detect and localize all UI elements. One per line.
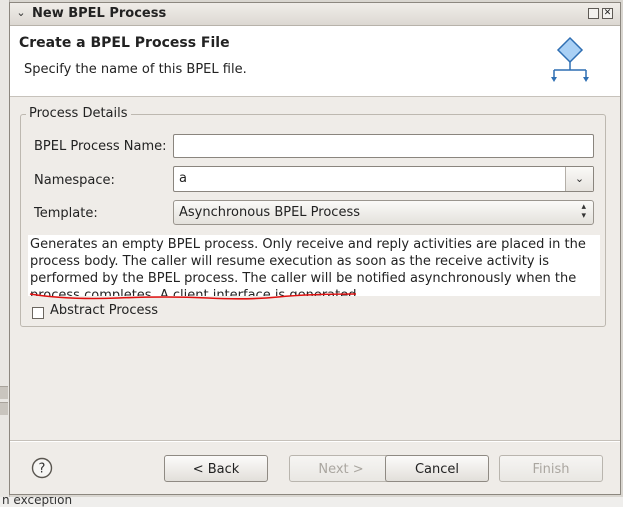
- back-button[interactable]: < Back: [164, 455, 268, 482]
- finish-button[interactable]: Finish: [499, 455, 603, 482]
- abstract-process-checkbox[interactable]: [32, 307, 44, 319]
- wizard-header: Create a BPEL Process File Specify the n…: [10, 26, 620, 97]
- abstract-process-label[interactable]: Abstract Process: [50, 303, 158, 318]
- svg-text:?: ?: [39, 462, 46, 477]
- maximize-icon[interactable]: [588, 8, 599, 19]
- next-button[interactable]: Next >: [289, 455, 393, 482]
- page-description: Specify the name of this BPEL file.: [24, 62, 247, 77]
- process-name-input[interactable]: [173, 134, 594, 158]
- background-tick: [0, 386, 8, 399]
- background-status-bar: n exception: [0, 497, 623, 507]
- page-title: Create a BPEL Process File: [19, 35, 230, 51]
- namespace-value[interactable]: a: [179, 171, 187, 186]
- process-details-legend: Process Details: [26, 106, 131, 121]
- namespace-combo[interactable]: a ⌄: [173, 166, 594, 192]
- new-bpel-process-dialog: ⌄ New BPEL Process ✕ Create a BPEL Proce…: [9, 2, 621, 495]
- namespace-label: Namespace:: [34, 173, 115, 188]
- dialog-title: New BPEL Process: [32, 6, 167, 21]
- template-value: Asynchronous BPEL Process: [179, 205, 360, 220]
- chevron-down-icon[interactable]: ⌄: [565, 167, 593, 191]
- up-down-arrows-icon: ▴ ▾: [581, 202, 586, 221]
- spellcheck-squiggle: [29, 293, 357, 300]
- template-select[interactable]: Asynchronous BPEL Process ▴ ▾: [173, 200, 594, 225]
- background-status-text: n exception: [2, 497, 73, 507]
- background-tick: [0, 402, 8, 415]
- button-bar-separator: [10, 440, 620, 442]
- help-icon[interactable]: ?: [31, 457, 53, 479]
- bpel-process-diagram-icon: [551, 36, 589, 82]
- chevron-down-icon[interactable]: ⌄: [14, 6, 28, 20]
- dialog-titlebar[interactable]: ⌄ New BPEL Process ✕: [10, 3, 620, 26]
- cancel-button[interactable]: Cancel: [385, 455, 489, 482]
- template-label: Template:: [34, 206, 98, 221]
- process-name-label: BPEL Process Name:: [34, 139, 167, 154]
- template-description: Generates an empty BPEL process. Only re…: [28, 235, 600, 296]
- close-icon[interactable]: ✕: [602, 8, 613, 19]
